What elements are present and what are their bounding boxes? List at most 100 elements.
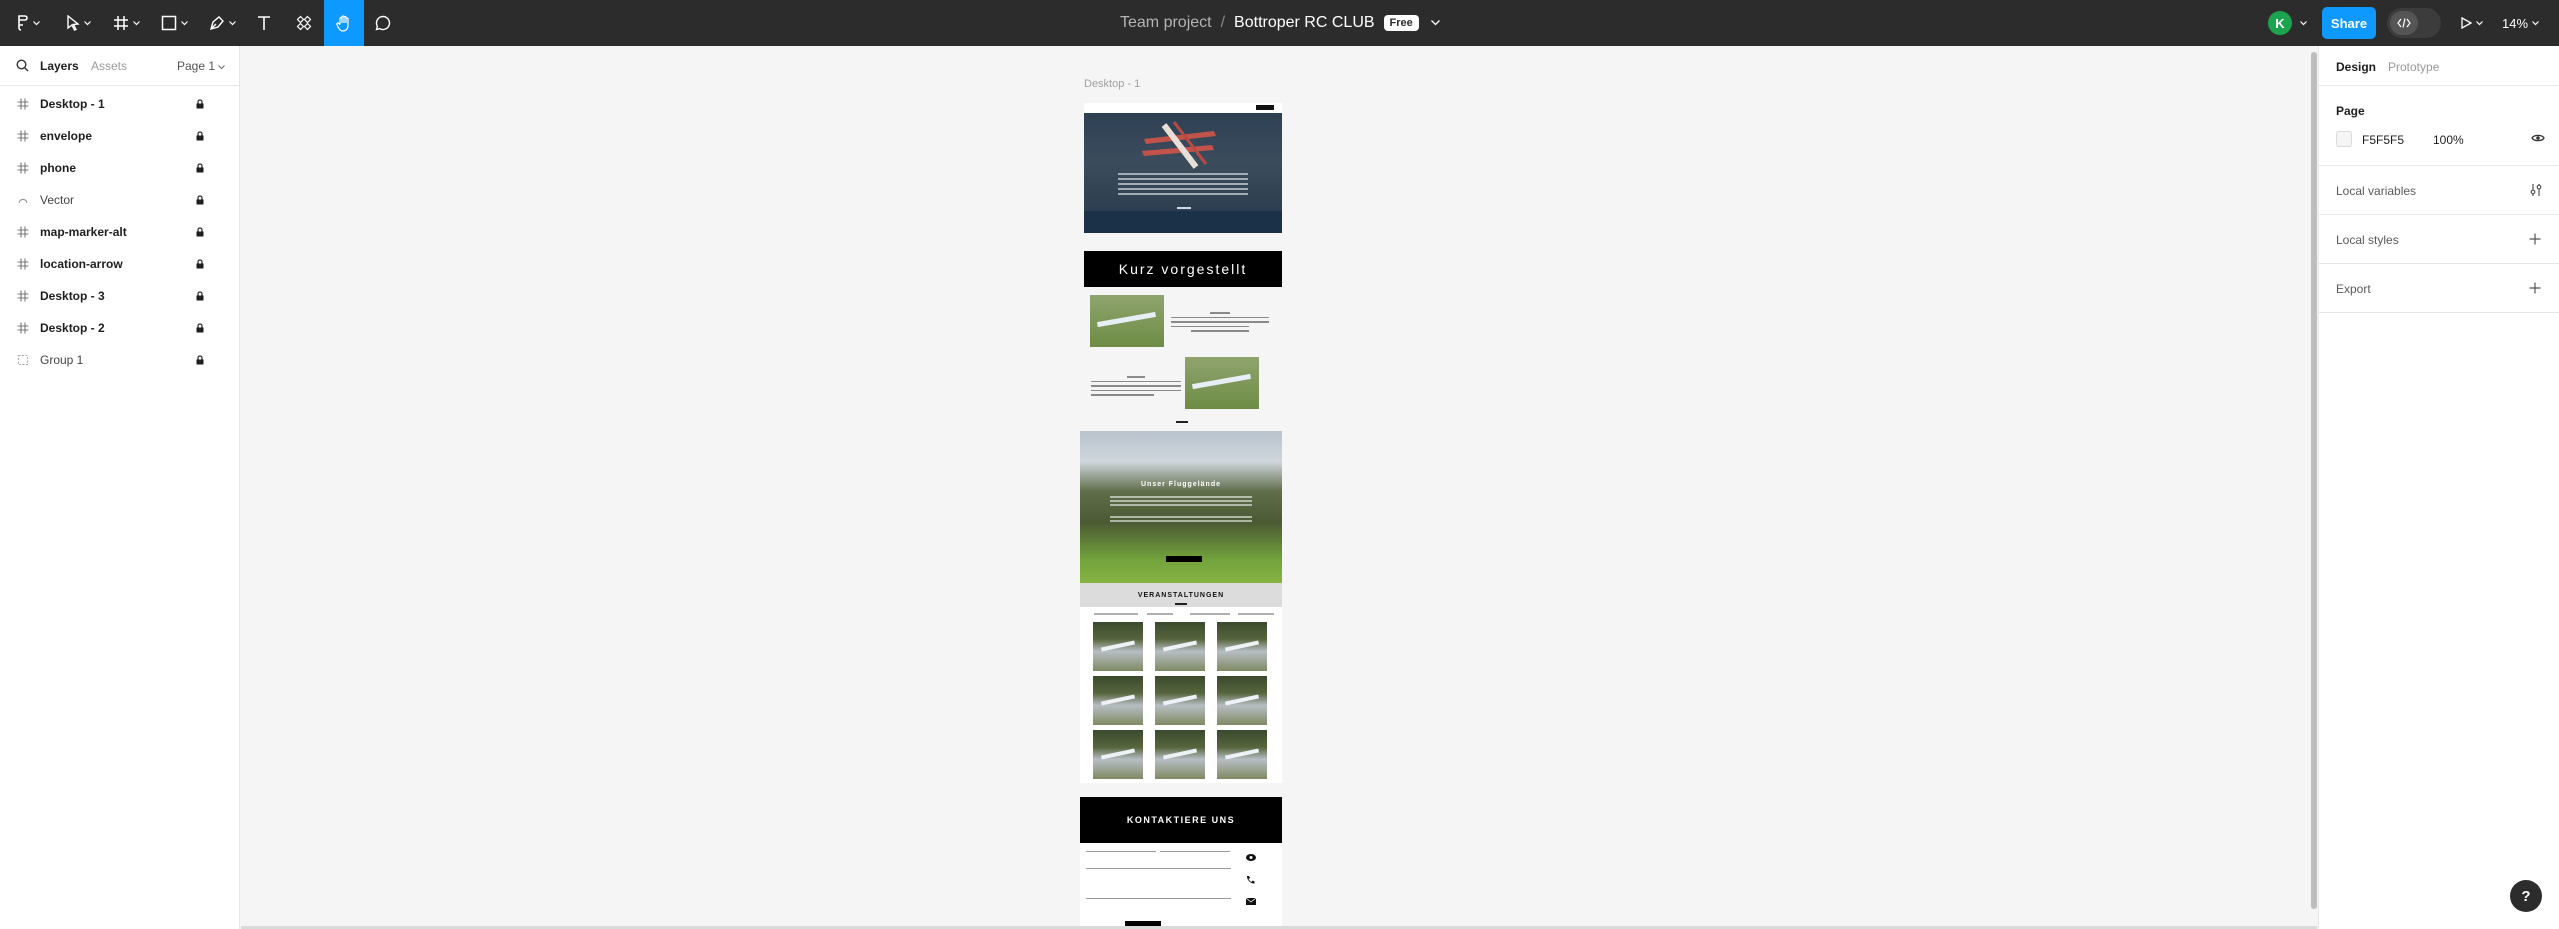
about-text-block [1171,312,1269,335]
airfield-title: Unser Fluggelände [1140,481,1221,488]
chevron-down-icon [228,20,236,25]
chevron-down-icon [132,20,140,25]
layer-row[interactable]: location-arrow [0,248,239,280]
lock-icon[interactable] [196,355,204,365]
export-section[interactable]: Export [2319,264,2559,313]
event-tab [1147,613,1173,615]
about-text-block [1091,376,1181,399]
chevron-down-icon [83,20,91,25]
project-name[interactable]: Team project [1120,14,1212,32]
layers-panel: Layers Assets Page 1 Desktop - 1 envelope… [0,46,240,929]
page-color-hex[interactable]: F5F5F5 [2362,133,2404,147]
frame-tool-button[interactable] [106,0,146,46]
canvas-vertical-scrollbar[interactable] [2311,52,2317,909]
variables-settings-icon[interactable] [2529,183,2543,197]
share-button[interactable]: Share [2322,7,2376,39]
frame-icon [17,322,29,334]
about-heading[interactable]: Kurz vorgestellt [1084,251,1282,287]
pen-tool-button[interactable] [202,0,242,46]
search-icon[interactable] [16,59,29,72]
vector-icon [17,194,29,206]
zoom-menu[interactable]: 14% [2502,0,2539,46]
design-canvas[interactable]: Desktop - 1 Kurz vorgestellt Unser Flugg… [241,46,2317,929]
layer-row[interactable]: envelope [0,120,239,152]
properties-panel: Design Prototype Page F5F5F5 100% Local … [2318,46,2559,929]
layer-name: Group 1 [40,353,84,367]
hero-section[interactable] [1084,103,1282,233]
tab-prototype[interactable]: Prototype [2388,60,2439,74]
airfield-section[interactable]: Unser Fluggelände [1080,431,1282,583]
local-variables-section[interactable]: Local variables [2319,166,2559,215]
event-photo [1155,622,1205,671]
contact-form-area[interactable] [1080,843,1282,929]
layer-row[interactable]: Desktop - 3 [0,280,239,312]
local-styles-section[interactable]: Local styles [2319,215,2559,264]
hero-water [1084,211,1282,233]
tab-design[interactable]: Design [2336,60,2376,74]
layer-row[interactable]: map-marker-alt [0,216,239,248]
chevron-down-icon[interactable] [1430,20,1440,26]
page-color-swatch[interactable] [2336,131,2352,147]
airfield-text-line [1110,504,1252,506]
frame-icon [17,130,29,142]
avatar-menu-button[interactable] [2296,0,2310,46]
code-icon [2397,18,2411,28]
lock-icon[interactable] [196,163,204,173]
page-selector[interactable]: Page 1 [177,58,226,73]
dev-mode-toggle[interactable] [2387,8,2441,38]
hand-tool-button[interactable] [324,0,364,46]
page-opacity[interactable]: 100% [2433,133,2464,147]
tab-assets[interactable]: Assets [91,59,127,73]
events-gallery[interactable] [1080,607,1282,783]
comment-tool-button[interactable] [368,0,398,46]
left-panel-tabs: Layers Assets Page 1 [0,46,239,86]
lock-icon[interactable] [196,227,204,237]
user-avatar[interactable]: K [2268,11,2292,35]
lock-icon[interactable] [196,195,204,205]
layer-row[interactable]: Desktop - 1 [0,88,239,120]
eye-icon[interactable] [2531,133,2545,143]
local-styles-label: Local styles [2336,233,2399,247]
layer-name: Desktop - 1 [40,97,105,111]
phone-icon [1247,876,1255,884]
shape-tool-button[interactable] [154,0,194,46]
layer-row[interactable]: Group 1 [0,344,239,376]
file-name[interactable]: Bottroper RC CLUB [1234,14,1375,32]
page-selector-label: Page 1 [177,58,216,73]
layer-name: location-arrow [40,257,123,271]
contact-name-field [1086,851,1156,852]
event-photo [1093,676,1143,725]
layer-row[interactable]: phone [0,152,239,184]
lock-icon[interactable] [196,99,204,109]
move-tool-button[interactable] [58,0,98,46]
pen-icon [209,16,224,31]
text-tool-button[interactable] [250,0,278,46]
about-plane-image [1185,357,1259,409]
lock-icon[interactable] [196,323,204,333]
event-tab [1190,613,1230,615]
layer-row[interactable]: Desktop - 2 [0,312,239,344]
airfield-text-line [1110,496,1252,498]
section-divider [1175,603,1187,605]
layer-row[interactable]: Vector [0,184,239,216]
add-style-icon[interactable] [2529,233,2541,245]
add-export-icon[interactable] [2529,282,2541,294]
plan-badge: Free [1383,15,1419,31]
dev-mode-knob [2390,11,2418,35]
help-button[interactable]: ? [2510,880,2542,912]
main-menu-button[interactable] [10,0,46,46]
contact-subject-field [1086,868,1231,869]
present-button[interactable] [2456,0,2488,46]
right-panel-tabs: Design Prototype [2319,46,2559,86]
lock-icon[interactable] [196,131,204,141]
contact-heading[interactable]: KONTAKTIERE UNS [1080,797,1282,843]
lock-icon[interactable] [196,291,204,301]
frame-label[interactable]: Desktop - 1 [1084,78,1140,90]
event-tab [1238,613,1274,615]
lock-icon[interactable] [196,259,204,269]
resources-tool-button[interactable] [290,0,318,46]
hero-cta [1177,207,1191,209]
chevron-down-icon [2476,20,2483,25]
tab-layers[interactable]: Layers [40,59,79,73]
contact-email-field [1160,851,1230,852]
